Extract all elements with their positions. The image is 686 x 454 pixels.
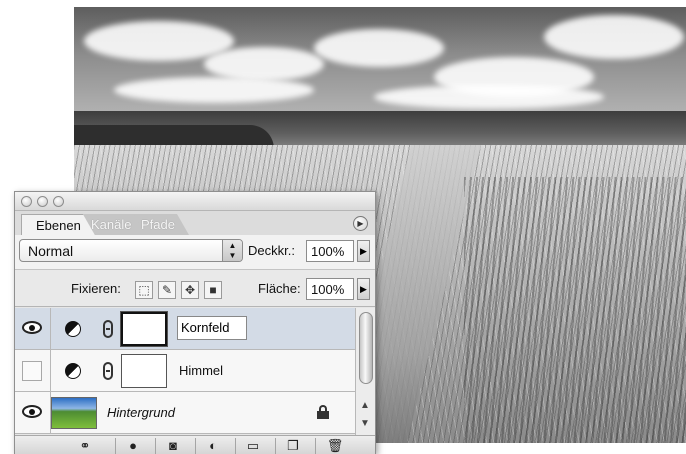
layers-palette: Pfade Kanäle Ebenen ▶ Normal ▲ ▼ Deckkr.:… [14, 191, 376, 454]
palette-titlebar[interactable] [15, 192, 375, 211]
lock-position-icon[interactable]: ✥ [181, 281, 199, 299]
lock-bar: Fixieren: ⬚ ✎ ✥ ■ Fläche: 100% ▶ [15, 269, 375, 307]
layer-name: Hintergrund [107, 405, 175, 420]
add-mask-icon[interactable]: ◙ [163, 438, 183, 454]
opacity-slider-arrow-icon[interactable]: ▶ [357, 240, 370, 262]
layer-row-hintergrund[interactable]: Hintergrund [15, 392, 355, 434]
eye-icon [22, 405, 42, 418]
palette-menu-icon[interactable]: ▶ [353, 216, 368, 231]
new-adjustment-layer-icon[interactable]: ◐ [203, 438, 223, 454]
fill-slider-arrow-icon[interactable]: ▶ [357, 278, 370, 300]
adjustment-layer-icon [65, 363, 81, 379]
blend-mode-stepper-icon[interactable]: ▲ ▼ [222, 240, 242, 261]
link-chain-icon[interactable] [103, 362, 113, 380]
layers-scrollbar[interactable]: ▲ ▼ [355, 308, 375, 435]
eye-icon [22, 321, 42, 334]
blend-mode-value: Normal [28, 243, 74, 259]
opacity-label: Deckkr.: [248, 243, 295, 258]
layer-mask-thumbnail[interactable] [121, 312, 167, 346]
visibility-toggle[interactable] [15, 308, 51, 349]
opacity-input[interactable]: 100% [306, 240, 354, 262]
tab-layers[interactable]: Ebenen [21, 214, 95, 235]
adjustment-layer-icon [65, 321, 81, 337]
tab-row: Pfade Kanäle Ebenen ▶ [15, 211, 375, 235]
layer-row-kornfeld[interactable]: Kornfeld [15, 308, 355, 350]
new-group-folder-icon[interactable]: ▭ [243, 438, 263, 454]
blend-mode-select[interactable]: Normal ▲ ▼ [19, 239, 243, 262]
lock-transparency-icon[interactable]: ⬚ [135, 281, 153, 299]
layer-row-himmel[interactable]: Himmel [15, 350, 355, 392]
fill-input[interactable]: 100% [306, 278, 354, 300]
layer-name-edit-field[interactable]: Kornfeld [177, 316, 247, 340]
layer-thumbnail[interactable] [51, 397, 97, 429]
scroll-down-arrow-icon[interactable]: ▼ [360, 418, 370, 429]
link-chain-icon[interactable] [103, 320, 113, 338]
zoom-button[interactable] [53, 196, 64, 207]
options-bar: Normal ▲ ▼ Deckkr.: 100% ▶ [15, 235, 375, 269]
visibility-toggle[interactable] [15, 392, 51, 433]
palette-bottom-toolbar: ⚭ ● ◙ ◐ ▭ ❐ 🗑 [15, 435, 375, 454]
delete-layer-trash-icon[interactable]: 🗑 [325, 438, 345, 454]
visibility-empty-box [22, 361, 42, 381]
new-layer-icon[interactable]: ❐ [283, 438, 303, 454]
minimize-button[interactable] [37, 196, 48, 207]
visibility-toggle[interactable] [15, 350, 51, 391]
lock-pixels-icon[interactable]: ✎ [158, 281, 176, 299]
fill-label: Fläche: [258, 281, 301, 296]
layer-style-icon[interactable]: ● [123, 438, 143, 454]
scroll-up-arrow-icon[interactable]: ▲ [360, 400, 370, 411]
lock-icon [317, 405, 329, 419]
layer-mask-thumbnail[interactable] [121, 354, 167, 388]
link-layers-icon[interactable]: ⚭ [75, 438, 95, 454]
layer-name: Himmel [179, 363, 224, 378]
close-button[interactable] [21, 196, 32, 207]
scrollbar-thumb[interactable] [359, 312, 373, 384]
lock-label: Fixieren: [71, 281, 121, 296]
lock-all-icon[interactable]: ■ [204, 281, 222, 299]
layers-list: Kornfeld Himmel Hintergrund [15, 308, 355, 435]
